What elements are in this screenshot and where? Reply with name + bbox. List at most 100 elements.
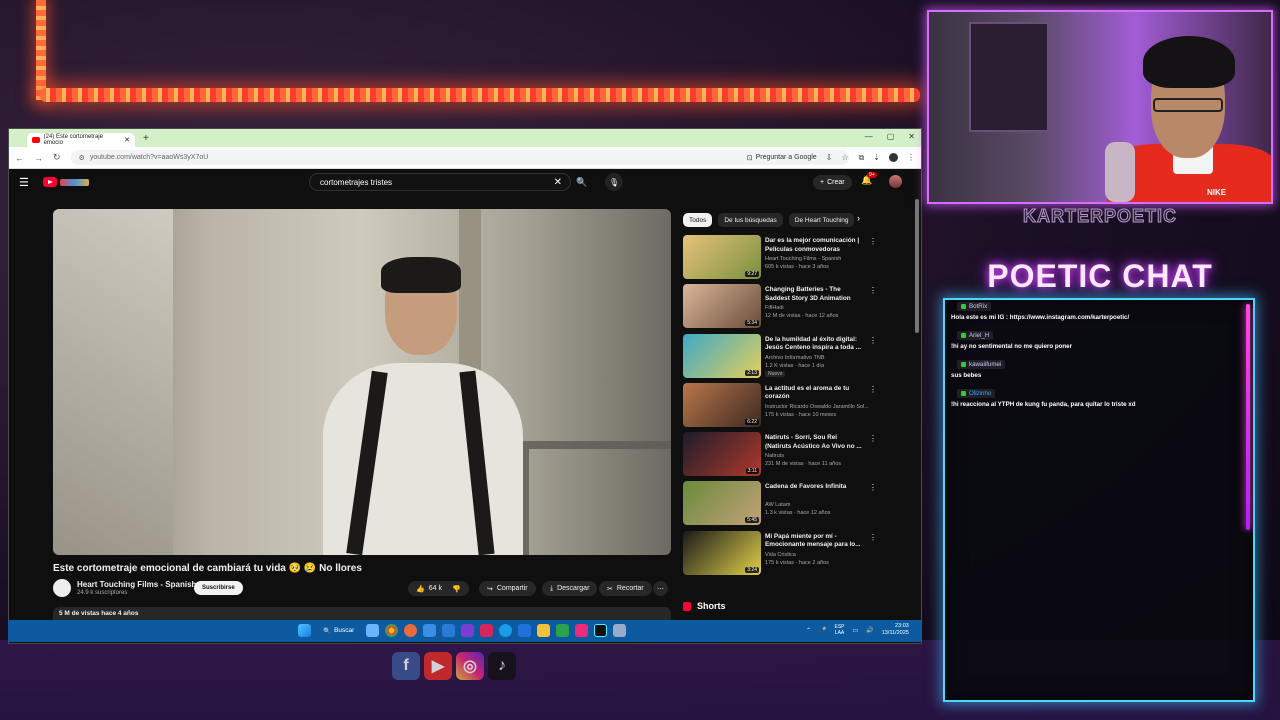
recommended-title[interactable]: Cadena de Favores Infinita <box>765 483 863 492</box>
bookmark-star-icon[interactable]: ☆ <box>841 153 848 162</box>
recommended-title[interactable]: Natiruts - Sorri, Sou Rei (Natiruts Acús… <box>765 434 863 451</box>
tray-mic-icon[interactable]: 🎤 <box>819 627 826 634</box>
xbox-icon[interactable] <box>556 624 570 637</box>
instagram-app-icon[interactable] <box>575 624 589 637</box>
chat-username[interactable]: kawaiifumei <box>957 360 1006 369</box>
filter-chip[interactable]: Todos <box>683 213 713 227</box>
close-window-icon[interactable]: ✕ <box>908 132 915 141</box>
recommended-title[interactable]: Changing Batteries - The Saddest Story 3… <box>765 286 863 303</box>
maximize-icon[interactable]: ▢ <box>887 132 895 141</box>
search-button[interactable]: 🔍 <box>573 173 591 191</box>
windows-start-icon[interactable] <box>298 624 311 637</box>
media-app-icon[interactable] <box>461 624 475 637</box>
share-button[interactable]: ↪ Compartir <box>479 581 536 596</box>
search-input[interactable]: cortometrajes tristes ✕ <box>309 173 571 191</box>
like-button[interactable]: 👍 64 k 👎 <box>408 581 469 596</box>
video-thumbnail[interactable]: 3:11 <box>683 432 761 477</box>
tray-chevron-up-icon[interactable]: ⌃ <box>806 627 811 634</box>
reload-icon[interactable]: ↻ <box>53 152 61 163</box>
create-button[interactable]: + Crear <box>813 175 852 190</box>
downloads-icon[interactable]: ⇣ <box>873 153 880 163</box>
recommended-channel[interactable]: Heart Touching Films - Spanish <box>765 256 875 262</box>
more-options-icon[interactable]: ⋮ <box>869 434 877 443</box>
user-avatar[interactable] <box>889 175 902 188</box>
more-options-icon[interactable]: ⋮ <box>869 385 877 394</box>
recommended-channel[interactable]: Instructor Ricardo Oswaldo Jaramillo Sol… <box>765 404 875 410</box>
recommended-channel[interactable]: Archivo Informativo TNB <box>765 355 875 361</box>
recommended-title[interactable]: Mi Papá miente por mí - Emocionante mens… <box>765 533 863 550</box>
recommended-channel[interactable]: Vida Cristica <box>765 552 875 558</box>
video-thumbnail[interactable]: 5:34 <box>683 284 761 329</box>
app-icon-red[interactable] <box>480 624 494 637</box>
recommended-title[interactable]: La actitud es el aroma de tu corazón <box>765 385 863 402</box>
language-indicator[interactable]: ESP LAA <box>835 624 845 636</box>
clip-button[interactable]: ✂ Recortar <box>599 581 652 596</box>
more-options-icon[interactable]: ⋮ <box>869 336 877 345</box>
file-explorer-icon[interactable] <box>537 624 551 637</box>
menu-icon[interactable]: ☰ <box>19 176 29 189</box>
browser-menu-icon[interactable]: ⋮ <box>907 153 915 163</box>
tab-close-icon[interactable]: ✕ <box>124 136 130 144</box>
video-thumbnail[interactable]: 6:22 <box>683 382 761 427</box>
download-button[interactable]: ⤓ Descargar <box>542 581 598 596</box>
minimize-icon[interactable]: — <box>865 132 873 141</box>
recommended-title[interactable]: De la humildad al éxito digital: Jesús C… <box>765 336 863 353</box>
profile-avatar[interactable] <box>889 152 898 162</box>
video-thumbnail[interactable]: 2:13 <box>683 333 761 378</box>
shorts-section[interactable]: Shorts <box>683 601 726 611</box>
new-tab-button[interactable]: + <box>143 133 149 144</box>
recommended-video[interactable]: 3:24 Mi Papá miente por mí - Emocionante … <box>683 530 879 580</box>
recommended-channel[interactable]: FifiHadi <box>765 305 875 311</box>
notifications-bell-icon[interactable]: 🔔 9+ <box>861 172 877 186</box>
recommended-video[interactable]: 5:45 Cadena de Favores Infinita AW Latam 1.… <box>683 481 879 530</box>
video-thumbnail[interactable]: 5:45 <box>683 481 761 526</box>
chat-username[interactable]: BotRix <box>957 302 992 311</box>
chrome-icon[interactable] <box>385 624 399 637</box>
ask-google-button[interactable]: ⊡ Preguntar a Google <box>747 154 817 162</box>
clear-search-icon[interactable]: ✕ <box>554 177 562 188</box>
more-options-icon[interactable]: ⋮ <box>869 237 877 246</box>
thumbs-down-icon[interactable]: 👎 <box>452 585 461 593</box>
copilot-icon[interactable] <box>366 624 380 637</box>
install-icon[interactable]: ⇩ <box>826 153 833 162</box>
forward-icon[interactable]: → <box>34 153 43 163</box>
filter-chip[interactable]: De tus búsquedas <box>718 213 783 227</box>
url-field[interactable]: ⚙ youtube.com/watch?v=aaoWs3yX7oU ⊡ Preg… <box>70 150 849 165</box>
recommended-video[interactable]: 3:11 Natiruts - Sorri, Sou Rei (Natiruts … <box>683 432 879 481</box>
tiktok-app-icon[interactable] <box>594 624 608 637</box>
description-box[interactable]: 5 M de vistas hace 4 años <box>53 607 671 621</box>
site-info-icon[interactable]: ⚙ <box>79 154 85 162</box>
video-player[interactable] <box>53 209 671 555</box>
taskbar-search[interactable]: 🔍 Buscar <box>323 627 354 635</box>
page-scrollbar[interactable] <box>915 199 919 333</box>
recommended-channel[interactable]: AW Latam <box>765 502 875 508</box>
more-options-icon[interactable]: ⋮ <box>869 533 877 542</box>
calendar-app-icon[interactable] <box>442 624 456 637</box>
back-icon[interactable]: ← <box>15 153 24 163</box>
video-thumbnail[interactable]: 9:27 <box>683 235 761 279</box>
browser-tab[interactable]: (24) Este cortometraje emocio ✕ <box>27 133 135 147</box>
chat-username[interactable]: Ariel_H <box>957 331 994 340</box>
extensions-icon[interactable]: ⧉ <box>859 153 865 163</box>
settings-app-icon[interactable] <box>423 624 437 637</box>
youtube-logo[interactable] <box>42 177 89 187</box>
outlook-icon[interactable] <box>518 624 532 637</box>
mic-icon[interactable]: 🎙 <box>605 173 623 191</box>
recommended-video[interactable]: 9:27 Dar es la mejor comunicación | Pelíc… <box>683 235 879 284</box>
network-icon[interactable]: ▭ <box>853 627 859 634</box>
recommended-title[interactable]: Dar es la mejor comunicación | Películas… <box>765 237 863 254</box>
recommended-video[interactable]: 2:13 De la humildad al éxito digital: Jes… <box>683 333 879 383</box>
browser-app-icon[interactable] <box>404 624 418 637</box>
subscribe-button[interactable]: Suscribirse <box>194 581 243 595</box>
app-icon-extra[interactable] <box>613 624 627 637</box>
edge-icon[interactable] <box>499 624 513 637</box>
recommended-video[interactable]: 5:34 Changing Batteries - The Saddest Sto… <box>683 284 879 333</box>
channel-avatar[interactable] <box>53 579 71 597</box>
more-options-icon[interactable]: ⋮ <box>869 286 877 295</box>
filter-chip[interactable]: De Heart Touching <box>788 213 855 227</box>
video-thumbnail[interactable]: 3:24 <box>683 530 761 575</box>
more-options-icon[interactable]: ⋮ <box>869 483 877 492</box>
chat-username[interactable]: Olizinho <box>957 389 996 398</box>
recommended-channel[interactable]: Natiruts <box>765 453 875 459</box>
recommended-video[interactable]: 6:22 La actitud es el aroma de tu corazón… <box>683 382 879 432</box>
